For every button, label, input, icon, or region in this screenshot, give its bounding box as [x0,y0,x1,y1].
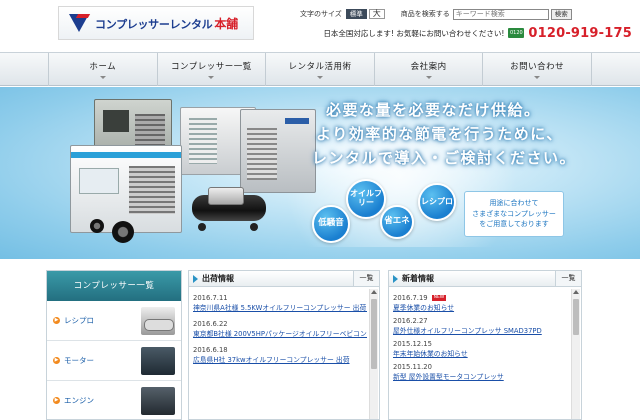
compressor-image-3 [240,109,316,193]
scroll-thumb[interactable] [371,299,377,369]
new-badge: NEW [431,295,447,301]
site-header: コンプレッサーレンタル本舗 文字のサイズ 標準 大 商品を検索する 検索 日本全… [0,0,640,52]
chevron-down-icon [99,76,106,79]
triangle-right-icon [193,274,198,283]
motor-compressor-image [141,347,175,375]
shipping-scrollbar[interactable] [369,289,378,419]
hero-info-box: 用途に合わせて さまざまなコンプレッサー をご用意しております [464,191,564,237]
list-item: 2015.11.20 新型 屋外設置型モータコンプレッサ [393,363,504,381]
chevron-down-icon [208,76,215,79]
feature-bubble-oilfree: オイルフリー [346,179,386,219]
shipping-list-link[interactable]: 一覧 [353,271,379,286]
logo-text: コンプレッサーレンタル 本舗 [95,16,238,31]
news-title: 新着情報 [402,274,434,283]
nav-item-contact[interactable]: お問い合わせ [482,53,592,86]
hero-headline-1: 必要な量を必要なだけ供給。 [326,101,541,119]
orange-arrow-icon: ▶ [53,397,60,404]
compressor-image-4 [70,145,182,233]
phone-number[interactable]: 0120-919-175 [528,26,632,41]
sidebar-item-reciprocating[interactable]: ▶ レシプロ [47,301,181,341]
list-item: 2015.12.15 年末年始休業のお知らせ [393,340,468,358]
utility-bar: 文字のサイズ 標準 大 商品を検索する 検索 [300,8,630,20]
reciprocating-compressor-image [141,307,175,335]
nav-item-rental-tips[interactable]: レンタル活用術 [265,53,374,86]
orange-arrow-icon: ▶ [53,357,60,364]
news-scrollbar[interactable] [571,289,580,419]
hero-headline-2: より効率的な節電を行うために、 [316,125,563,143]
freedial-icon: 0120 [508,28,525,38]
compressor-category-sidebar: コンプレッサー一覧 ▶ レシプロ ▶ モーター ▶ エンジン [46,270,182,420]
list-item: 2016.7.11 神奈川県A社様 5.5KWオイルフリーコンプレッサー 出荷し… [193,294,367,312]
news-list-link[interactable]: 一覧 [555,271,581,286]
scroll-up-icon[interactable] [573,290,579,294]
feature-bubble-low-noise: 低騒音 [312,205,350,243]
search-button[interactable]: 検索 [550,8,572,20]
logo-mark-icon [67,12,91,34]
scroll-thumb[interactable] [573,299,579,335]
feature-bubble-reciprocating: レシプロ [418,183,456,221]
orange-arrow-icon: ▶ [53,317,60,324]
nav-item-compressor-list[interactable]: コンプレッサー一覧 [156,53,266,86]
search-label: 商品を検索する [400,10,450,18]
chevron-down-icon [534,76,541,79]
engine-compressor-image [141,387,175,415]
font-size-large-button[interactable]: 大 [368,9,385,19]
news-panel: 新着情報 一覧 2016.7.19 NEW 夏季休業のお知らせ 2016.2.27… [388,270,582,420]
contact-text: 日本全国対応します! お気軽にお問い合わせください! [323,28,505,38]
list-item: 2016.6.22 東京都B社様 200V5HPパッケージオイルフリーベビコン … [193,320,367,338]
wheel-icon [112,221,134,243]
wheel-icon [90,219,104,233]
search-input[interactable] [452,8,549,20]
list-item: 2016.2.27 屋外仕様オイルフリーコンプレッサ SMAD37PD [393,317,542,335]
font-size-standard-button[interactable]: 標準 [345,9,367,19]
scroll-up-icon[interactable] [371,290,377,294]
chevron-down-icon [316,76,323,79]
font-size-label: 文字のサイズ [300,10,342,18]
site-logo[interactable]: コンプレッサーレンタル 本舗 [58,6,254,40]
nav-item-company[interactable]: 会社案内 [373,53,483,86]
shipping-list: 2016.7.11 神奈川県A社様 5.5KWオイルフリーコンプレッサー 出荷し… [193,293,367,371]
hero-banner: 必要な量を必要なだけ供給。 より効率的な節電を行うために、 レンタルで導入・ご検… [0,87,640,259]
sidebar-item-engine[interactable]: ▶ エンジン [47,381,181,419]
list-item: 2016.6.18 広島県H社 37kwオイルフリーコンプレッサー 出荷 [193,346,350,364]
triangle-right-icon [393,274,398,283]
global-nav: ホーム コンプレッサー一覧 レンタル活用術 会社案内 お問い合わせ [0,52,640,86]
shipping-info-panel: 出荷情報 一覧 2016.7.11 神奈川県A社様 5.5KWオイルフリーコンプ… [188,270,380,420]
chevron-down-icon [425,76,432,79]
feature-bubble-energy-saving: 省エネ [380,205,414,239]
news-list: 2016.7.19 NEW 夏季休業のお知らせ 2016.2.27 屋外仕様オイル… [393,293,569,385]
hero-headline-3: レンタルで導入・ご検討ください。 [312,149,577,167]
nav-item-home[interactable]: ホーム [48,53,157,86]
contact-bar: 日本全国対応します! お気軽にお問い合わせください! 0120 0120-919… [262,24,632,42]
compressor-image-5 [190,187,270,231]
sidebar-title: コンプレッサー一覧 [47,271,181,301]
sidebar-item-motor[interactable]: ▶ モーター [47,341,181,381]
list-item: 2016.7.19 NEW 夏季休業のお知らせ [393,294,455,312]
shipping-info-title: 出荷情報 [202,274,234,283]
